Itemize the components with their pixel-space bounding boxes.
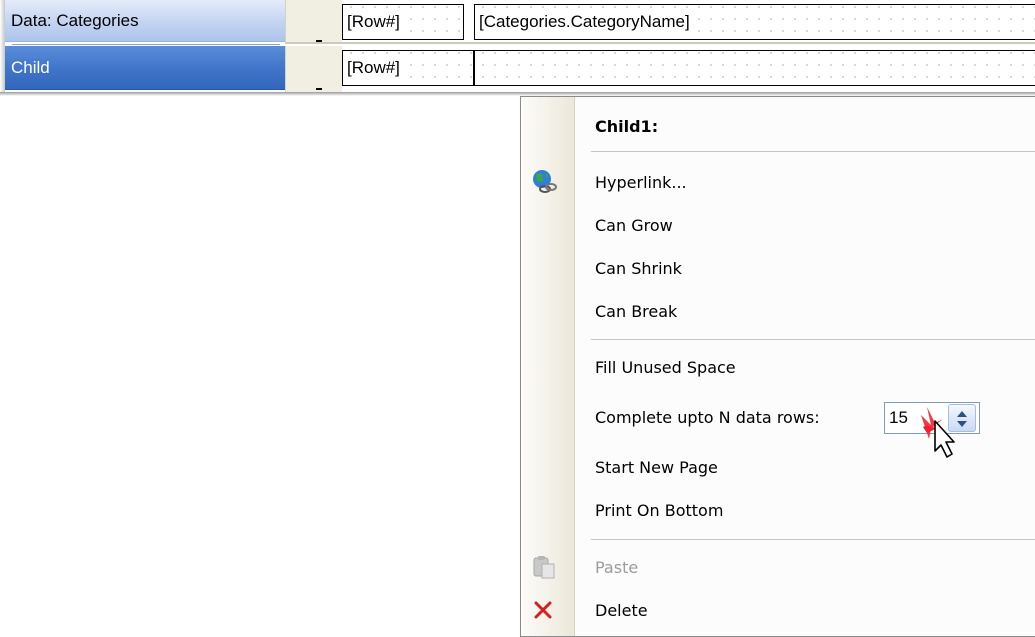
menu-item-hyperlink[interactable]: Hyperlink...	[521, 161, 1035, 203]
menu-title: Child1:	[521, 105, 1035, 147]
band-separator	[285, 42, 1035, 44]
report-cell-empty[interactable]	[474, 50, 1035, 86]
menu-item-paste[interactable]: Paste	[521, 546, 1035, 588]
menu-item-label: Complete upto N data rows:	[595, 407, 820, 427]
menu-item-delete[interactable]: Delete	[521, 589, 1035, 631]
cell-text: [Row#]	[347, 58, 400, 78]
band-label-divider	[12, 44, 280, 45]
globe-link-icon	[533, 170, 557, 193]
report-cell-row-number[interactable]: [Row#]	[342, 4, 464, 40]
menu-separator	[591, 539, 1035, 540]
band-label-child[interactable]: Child	[5, 46, 285, 90]
menu-item-label: Paste	[595, 557, 639, 577]
stepper-down-icon[interactable]	[957, 421, 967, 427]
menu-item-complete-n-rows[interactable]: Complete upto N data rows:	[521, 396, 1035, 458]
menu-item-label: Can Grow	[595, 215, 673, 235]
menu-title-label: Child1:	[595, 116, 659, 136]
menu-item-can-break[interactable]: Can Break	[521, 290, 1035, 332]
menu-item-label: Start New Page	[595, 457, 718, 477]
context-menu[interactable]: Child1: Hyperlink... Can Grow Can Shrink…	[520, 96, 1035, 637]
menu-item-print-on-bottom[interactable]: Print On Bottom	[521, 489, 1035, 531]
report-cell-category-name[interactable]: [Categories.CategoryName]	[474, 4, 1035, 40]
band-row-data-categories[interactable]: Data: Categories [Row#] [Categories.Cate…	[0, 0, 1035, 45]
menu-item-start-new-page[interactable]: Start New Page	[521, 446, 1035, 488]
band-label-data-categories[interactable]: Data: Categories	[5, 0, 285, 42]
cell-text: [Row#]	[347, 12, 400, 32]
menu-item-label: Print On Bottom	[595, 500, 724, 520]
menu-item-label: Fill Unused Space	[595, 357, 736, 377]
menu-item-label: Hyperlink...	[595, 172, 687, 192]
menu-item-label: Can Shrink	[595, 258, 682, 278]
mouse-cursor-icon	[921, 407, 955, 458]
menu-separator	[591, 151, 1035, 152]
cell-text: [Categories.CategoryName]	[479, 12, 690, 32]
band-gutter	[285, 46, 342, 92]
delete-icon	[534, 601, 552, 619]
menu-separator	[591, 339, 1035, 340]
gutter-tick	[316, 88, 322, 90]
menu-item-fill-unused-space[interactable]: Fill Unused Space	[521, 346, 1035, 388]
menu-item-can-shrink[interactable]: Can Shrink	[521, 247, 1035, 289]
band-row-child[interactable]: Child [Row#]	[0, 46, 1035, 94]
menu-item-label: Can Break	[595, 301, 678, 321]
paste-icon	[533, 556, 555, 579]
menu-item-label: Delete	[595, 600, 648, 620]
stepper-up-icon[interactable]	[957, 411, 967, 417]
band-gutter	[285, 0, 342, 44]
report-cell-row-number[interactable]: [Row#]	[342, 50, 474, 86]
menu-item-can-grow[interactable]: Can Grow	[521, 204, 1035, 246]
